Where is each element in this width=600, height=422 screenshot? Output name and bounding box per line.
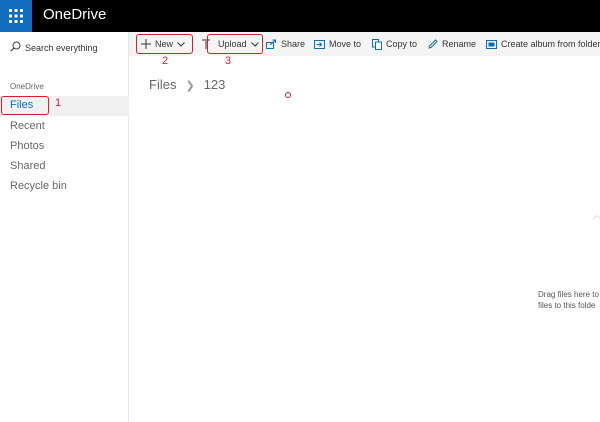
breadcrumb-root[interactable]: Files [149,77,176,92]
move-to-button[interactable]: Move to [314,32,361,56]
sidebar-item-shared[interactable]: Shared [10,160,45,172]
create-album-label: Create album from folder [501,39,600,49]
empty-state-line-1: Drag files here to [538,290,599,299]
share-button[interactable]: Share [266,32,305,56]
sidebar-item-recycle-bin[interactable]: Recycle bin [10,180,67,192]
waffle-icon [9,9,23,23]
annotation-number-2: 2 [162,55,169,67]
app-title[interactable]: OneDrive [43,6,106,23]
copy-icon [372,38,382,50]
sidebar-item-recent[interactable]: Recent [10,120,45,132]
sidebar: Search everything OneDrive Files Recent … [0,32,129,422]
album-icon [486,39,497,49]
pencil-icon [428,39,438,49]
search-input[interactable]: Search everything [25,43,98,53]
create-album-button[interactable]: Create album from folder [486,32,600,56]
annotation-box-upload [207,34,263,54]
annotation-number-1: 1 [55,97,62,109]
move-icon [314,39,325,49]
copy-to-button[interactable]: Copy to [372,32,417,56]
breadcrumb: Files ❯ 123 [149,77,225,92]
sidebar-item-photos[interactable]: Photos [10,140,44,152]
annotation-number-3: 3 [225,55,232,67]
search-icon [10,41,21,52]
empty-state-text: Drag files here to files to this folde [538,289,599,311]
share-label: Share [281,39,306,49]
annotation-box-files [1,96,49,115]
command-bar: New Upload Share Move to Copy to Rename … [129,32,600,56]
empty-state-graphic [592,214,600,224]
move-to-label: Move to [329,39,362,49]
share-icon [266,39,276,49]
cursor-marker [285,92,291,98]
empty-state-line-2: files to this folde [538,301,596,310]
copy-to-label: Copy to [386,39,418,49]
annotation-box-new [136,34,193,54]
chevron-right-icon: ❯ [185,80,195,92]
rename-button[interactable]: Rename [428,32,476,56]
sidebar-section-label: OneDrive [10,82,44,91]
top-bar: OneDrive [0,0,600,32]
app-launcher-button[interactable] [0,0,32,32]
rename-label: Rename [442,39,477,49]
breadcrumb-current: 123 [203,77,226,92]
search-box[interactable]: Search everything [6,38,124,58]
